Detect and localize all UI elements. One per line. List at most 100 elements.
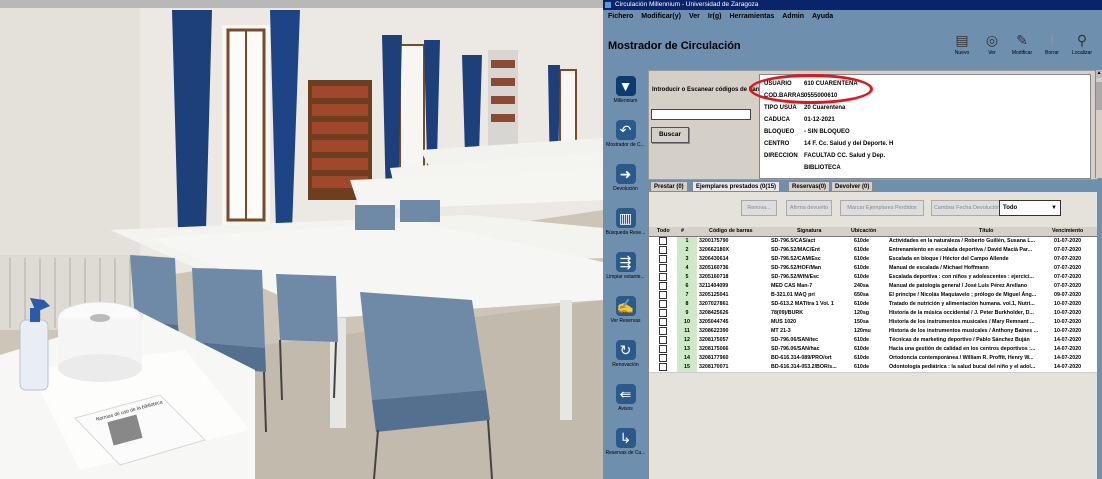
row-ubicacion: 610de — [854, 301, 870, 307]
row-checkbox[interactable] — [659, 336, 667, 344]
row-vencimiento: 14-07-2020 — [1054, 346, 1082, 352]
col-signatura[interactable]: Signatura — [797, 227, 847, 236]
loan-actions: Renova... Afirma devuelto Marcar Ejempla… — [649, 200, 1097, 216]
row-checkbox[interactable] — [659, 255, 667, 263]
row-vencimiento: 07-07-2020 — [1054, 274, 1082, 280]
row-checkbox[interactable] — [659, 327, 667, 335]
menu-herramientas[interactable]: Herramientas — [729, 13, 774, 20]
menu-modificar[interactable]: Modificar(y) — [641, 13, 681, 20]
patron-panel: Introducir o Escanear códigos de barras … — [648, 70, 1098, 180]
menu-admin[interactable]: Admin — [782, 13, 804, 20]
menu-fichero[interactable]: Fichero — [608, 13, 633, 20]
row-number: 6 — [677, 282, 697, 291]
row-number: 14 — [677, 354, 697, 363]
view-button[interactable]: ◎ Ver — [978, 28, 1006, 68]
row-barcode: 3206430614 — [699, 256, 729, 262]
row-vencimiento: 07-07-2020 — [1054, 265, 1082, 271]
row-signatura: MUS 1020 — [771, 319, 797, 325]
row-vencimiento: 09-07-2020 — [1054, 292, 1082, 298]
scroll-up-icon[interactable]: ▲ — [1096, 70, 1102, 78]
row-checkbox[interactable] — [659, 309, 667, 317]
row-titulo: Entrenamiento en escalada deportiva / Da… — [889, 247, 1033, 253]
nav-renew[interactable]: ↻ Renovación — [603, 336, 648, 380]
col-todo[interactable]: Todo — [657, 227, 673, 236]
nav-checkout[interactable]: ↶ Mostrador de C... — [603, 116, 648, 160]
row-checkbox[interactable] — [659, 246, 667, 254]
nav-course-reserves[interactable]: ↳ Reservas de Cu... — [603, 424, 648, 468]
row-checkbox[interactable] — [659, 273, 667, 281]
row-number: 7 — [677, 291, 697, 300]
row-checkbox[interactable] — [659, 345, 667, 353]
claim-returned-button[interactable]: Afirma devuelto — [786, 200, 832, 216]
renew-icon: ↻ — [615, 340, 636, 360]
search-patron-button[interactable]: Buscar — [651, 127, 689, 143]
row-checkbox[interactable] — [659, 300, 667, 308]
delete-button[interactable]: ! Borrar — [1038, 28, 1066, 68]
row-checkbox[interactable] — [659, 264, 667, 272]
row-signatura: SD-796.52/CAM/Esc — [771, 256, 821, 262]
col-titulo[interactable]: Título — [979, 227, 1019, 236]
row-signatura: SD-613.2 MAT/tra 1 Vol. 1 — [771, 301, 834, 307]
nav-hold-search[interactable]: ▥ Búsqueda Rese... — [603, 204, 648, 248]
col-barcode[interactable]: Código de barras — [709, 227, 767, 236]
col-ubicacion[interactable]: Ubicación — [851, 227, 887, 236]
row-checkbox[interactable] — [659, 237, 667, 245]
row-titulo: Odontología pediátrica : la salud bucal … — [889, 364, 1036, 370]
row-barcode: 3205160718 — [699, 274, 729, 280]
row-number: 12 — [677, 336, 697, 345]
nav-view-holds[interactable]: ✍ Ver Reservas — [603, 292, 648, 336]
row-signatura: B-321.01 MAQ pri — [771, 292, 815, 298]
row-checkbox[interactable] — [659, 354, 667, 362]
row-vencimiento: 10-07-2020 — [1054, 310, 1082, 316]
menu-ver[interactable]: Ver — [689, 13, 700, 20]
search-button[interactable]: ⚲ Localizar — [1068, 28, 1096, 68]
view-icon: ◎ — [985, 32, 999, 48]
row-checkbox[interactable] — [659, 318, 667, 326]
row-barcode: 3208170071 — [699, 364, 729, 370]
nav-millennium[interactable]: ▼ Millennium — [603, 72, 648, 116]
millennium-circulation-window: Circulación Millennium - Universidad de … — [603, 0, 1102, 479]
row-number: 3 — [677, 255, 697, 264]
row-titulo: Escalada deportiva : con niños y adolesc… — [889, 274, 1034, 280]
table-row[interactable]: 15 3208170071 BD-616.314-053.2/BOR/s... 610… — [649, 363, 1097, 373]
window-titlebar[interactable]: Circulación Millennium - Universidad de … — [603, 0, 1102, 10]
menu-ir[interactable]: Ir(g) — [708, 13, 722, 20]
scroll-thumb[interactable] — [1096, 82, 1102, 110]
nav-return[interactable]: ➜ Devolución — [603, 160, 648, 204]
scope-select[interactable]: Todo ▼ — [999, 200, 1061, 216]
row-checkbox[interactable] — [659, 363, 667, 371]
new-doc-icon: ▤ — [955, 32, 969, 48]
row-barcode: 3208425626 — [699, 310, 729, 316]
row-number: 15 — [677, 363, 697, 372]
nav-notices[interactable]: ⇚ Avisos — [603, 380, 648, 424]
panel-scrollbar[interactable]: ▲ — [1095, 70, 1102, 178]
row-checkbox[interactable] — [659, 282, 667, 290]
row-vencimiento: 07-07-2020 — [1054, 256, 1082, 262]
row-titulo: El príncipe / Nicolás Maquiavelo ; prólo… — [889, 292, 1037, 298]
row-ubicacion: 610de — [854, 355, 870, 361]
row-barcode: 3200175790 — [699, 238, 729, 244]
row-signatura: SD-796.06/SAN/hac — [771, 346, 820, 352]
change-due-date-button[interactable]: Cambiar Fecha Devolución — [931, 200, 1003, 216]
edit-button[interactable]: ✎ Modificar — [1008, 28, 1036, 68]
row-checkbox[interactable] — [659, 291, 667, 299]
scan-label: Introducir o Escanear códigos de barras — [652, 87, 768, 93]
col-vencimiento[interactable]: Vencimiento — [1052, 227, 1097, 236]
patron-row: CADUCA 01-12-2021 — [764, 117, 835, 123]
row-vencimiento: 07-07-2020 — [1054, 283, 1082, 289]
col-num[interactable]: # — [681, 227, 691, 236]
renew-button[interactable]: Renova... — [741, 200, 777, 216]
mark-lost-button[interactable]: Marcar Ejemplares Perdidos — [840, 200, 924, 216]
toolbar: ▤ Nuevo ◎ Ver ✎ Modificar ! Borrar ⚲ Localiza… — [948, 28, 1098, 68]
row-barcode: 3208175066 — [699, 346, 729, 352]
new-button[interactable]: ▤ Nuevo — [948, 28, 976, 68]
barcode-input[interactable] — [651, 109, 751, 120]
patron-row: CENTRO 14 F. Cc. Salud y del Deporte. H — [764, 141, 894, 147]
notices-icon: ⇚ — [615, 384, 636, 404]
nav-clear-shelf[interactable]: ⇶ Limpiar estante... — [603, 248, 648, 292]
row-titulo: Técnicas de marketing deportivo / Pablo … — [889, 337, 1030, 343]
row-titulo: Ortodoncia contemporánea / William R. Pr… — [889, 355, 1034, 361]
holds-view-icon: ✍ — [615, 296, 636, 316]
row-number: 10 — [677, 318, 697, 327]
menu-ayuda[interactable]: Ayuda — [812, 13, 833, 20]
